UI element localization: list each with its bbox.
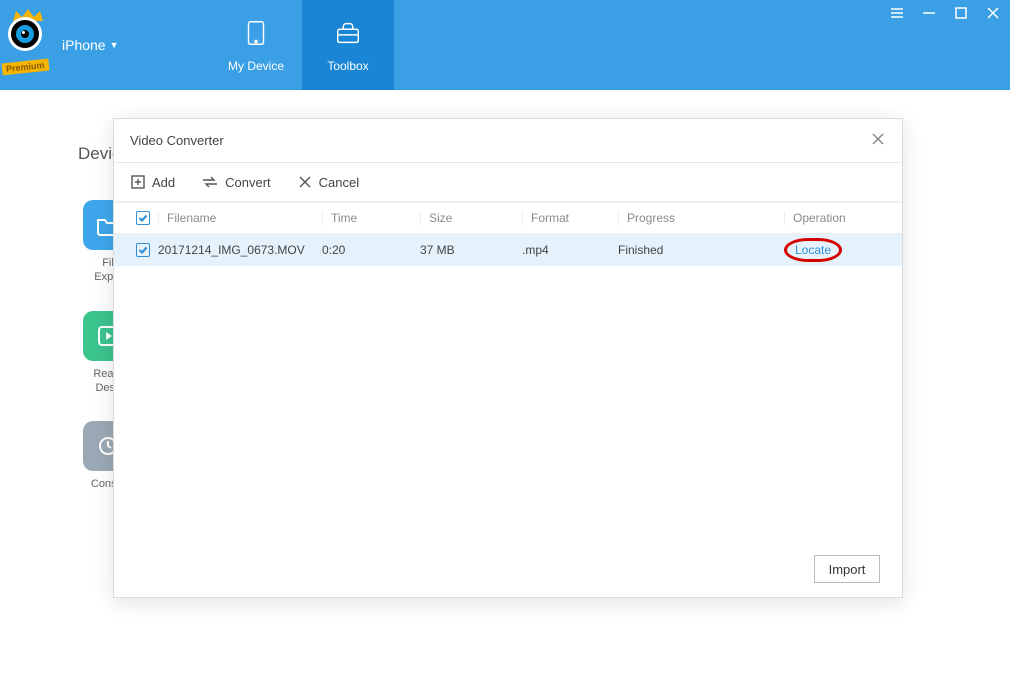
row-checkbox[interactable] <box>136 243 150 257</box>
nav-toolbox[interactable]: Toolbox <box>302 0 394 90</box>
top-bar: Premium iPhone ▼ My Device Toolbox <box>0 0 1010 90</box>
dialog-toolbar: Add Convert Cancel <box>114 163 902 201</box>
convert-button-label: Convert <box>225 175 271 190</box>
device-selector[interactable]: iPhone ▼ <box>62 37 119 53</box>
select-all-checkbox[interactable] <box>136 211 150 225</box>
col-filename: Filename <box>158 211 322 225</box>
menu-button[interactable] <box>888 4 906 22</box>
nav-my-device[interactable]: My Device <box>210 0 302 90</box>
close-button[interactable] <box>984 4 1002 22</box>
cell-filename: 20171214_IMG_0673.MOV <box>158 243 322 257</box>
col-progress: Progress <box>618 211 784 225</box>
add-button[interactable]: Add <box>130 174 175 190</box>
cancel-button[interactable]: Cancel <box>297 174 359 190</box>
cancel-button-label: Cancel <box>319 175 359 190</box>
add-button-label: Add <box>152 175 175 190</box>
cell-progress: Finished <box>618 243 784 257</box>
cell-format: .mp4 <box>522 243 618 257</box>
locate-highlight: Locate <box>784 238 842 262</box>
col-size: Size <box>420 211 522 225</box>
locate-link[interactable]: Locate <box>795 243 831 257</box>
dialog-close-button[interactable] <box>870 131 886 150</box>
import-button[interactable]: Import <box>814 555 880 583</box>
col-time: Time <box>322 211 420 225</box>
device-selector-label: iPhone <box>62 37 106 53</box>
premium-badge: Premium <box>2 59 50 76</box>
video-converter-dialog: Video Converter Add Convert Cancel Filen… <box>113 118 903 598</box>
col-format: Format <box>522 211 618 225</box>
col-operation: Operation <box>784 211 902 225</box>
table-header: Filename Time Size Format Progress Opera… <box>114 202 902 234</box>
toolbox-icon <box>333 18 363 51</box>
file-table: Filename Time Size Format Progress Opera… <box>114 201 902 266</box>
cell-time: 0:20 <box>322 243 420 257</box>
table-row[interactable]: 20171214_IMG_0673.MOV 0:20 37 MB .mp4 Fi… <box>114 234 902 266</box>
app-logo: Premium <box>8 17 58 67</box>
dialog-title: Video Converter <box>130 133 224 148</box>
nav-toolbox-label: Toolbox <box>327 59 368 73</box>
tablet-icon <box>241 18 271 51</box>
window-controls <box>888 4 1002 22</box>
chevron-down-icon: ▼ <box>110 40 119 50</box>
convert-button[interactable]: Convert <box>201 174 271 190</box>
maximize-button[interactable] <box>952 4 970 22</box>
cell-size: 37 MB <box>420 243 522 257</box>
brand-area: Premium iPhone ▼ <box>0 0 210 90</box>
minimize-button[interactable] <box>920 4 938 22</box>
nav-my-device-label: My Device <box>228 59 284 73</box>
